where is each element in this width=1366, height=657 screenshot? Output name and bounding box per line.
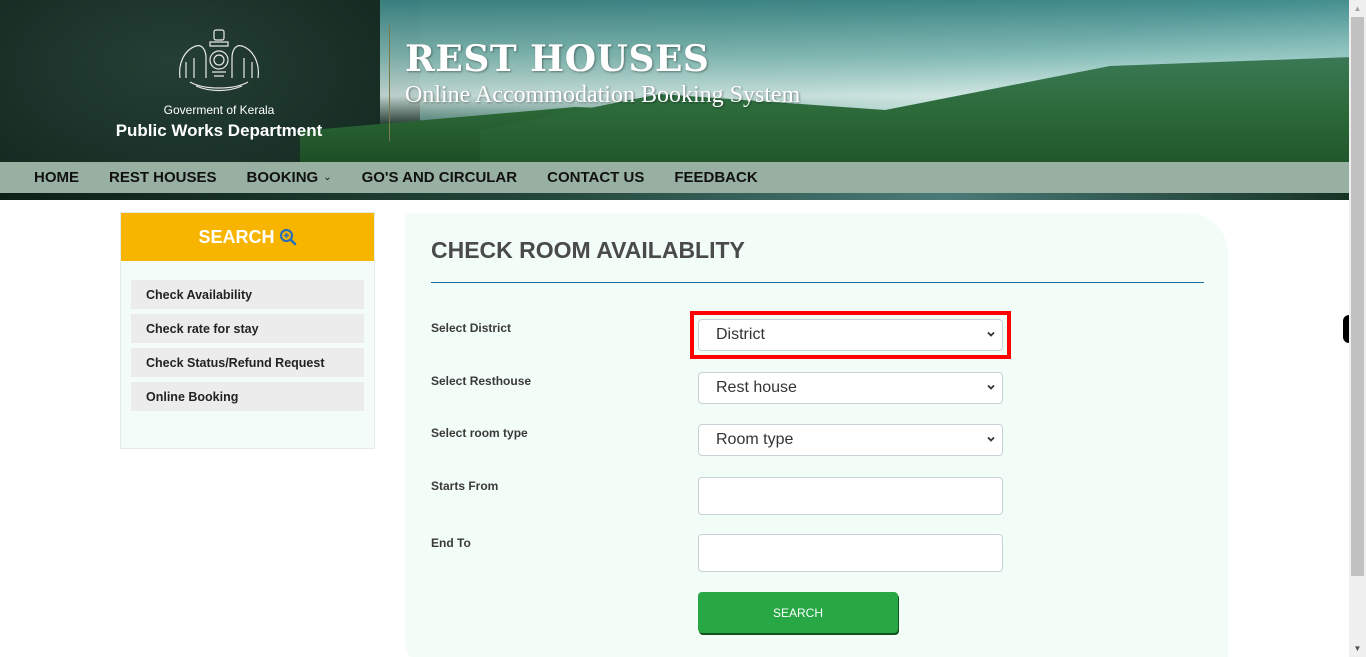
start-date-label: Starts From [431,479,499,493]
site-title: REST HOUSES [405,38,710,80]
header-divider [389,25,390,141]
sidebar-item-check-rate[interactable]: Check rate for stay [131,314,364,343]
district-select[interactable]: District [698,319,1003,351]
main-nav: HOME REST HOUSES BOOKING ⌄ GO'S AND CIRCU… [0,162,1349,193]
chevron-down-icon [987,436,995,442]
search-sidebar: SEARCH Check Availability Check rate for… [120,212,375,449]
resthouse-label: Select Resthouse [431,374,532,388]
scroll-up-arrow-icon[interactable]: ▲ [1349,0,1366,17]
site-subtitle: Online Accommodation Booking System [405,82,801,108]
resthouse-select[interactable]: Rest house [698,372,1003,404]
chevron-down-icon: ⌄ [323,172,332,183]
sidebar-list: Check Availability Check rate for stay C… [121,261,374,411]
header-banner: Goverment of Kerala Public Works Departm… [0,0,1349,200]
department-label: Public Works Department [115,121,323,140]
scroll-down-arrow-icon[interactable]: ▼ [1349,640,1366,657]
vertical-scrollbar[interactable]: ▲ ▼ [1349,0,1366,657]
start-date-input[interactable] [698,477,1003,515]
kerala-emblem-icon [179,29,259,92]
government-label: Goverment of Kerala [163,103,275,117]
sidebar-item-check-status-refund[interactable]: Check Status/Refund Request [131,348,364,377]
zoom-in-icon [279,228,296,246]
sidebar-item-online-booking[interactable]: Online Booking [131,382,364,411]
nav-contact-us[interactable]: CONTACT US [547,169,644,186]
sidebar-heading: SEARCH [121,213,374,261]
title-divider [431,282,1204,283]
page-title: CHECK ROOM AVAILABLITY [431,237,745,263]
district-label: Select District [431,321,512,335]
end-date-input[interactable] [698,534,1003,572]
nav-gos-and-circular[interactable]: GO'S AND CIRCULAR [362,169,518,186]
nav-booking[interactable]: BOOKING ⌄ [247,169,332,186]
chevron-down-icon [987,384,995,390]
end-date-label: End To [431,536,471,550]
room-type-select[interactable]: Room type [698,424,1003,456]
room-type-label: Select room type [431,426,528,440]
scroll-thumb[interactable] [1351,17,1364,576]
nav-home[interactable]: HOME [34,169,79,186]
search-button[interactable]: SEARCH [698,592,898,633]
nav-rest-houses[interactable]: REST HOUSES [109,169,217,186]
nav-feedback[interactable]: FEEDBACK [674,169,757,186]
availability-panel: CHECK ROOM AVAILABLITY Select District D… [405,213,1228,657]
chevron-down-icon [987,331,995,337]
sidebar-item-check-availability[interactable]: Check Availability [131,280,364,309]
